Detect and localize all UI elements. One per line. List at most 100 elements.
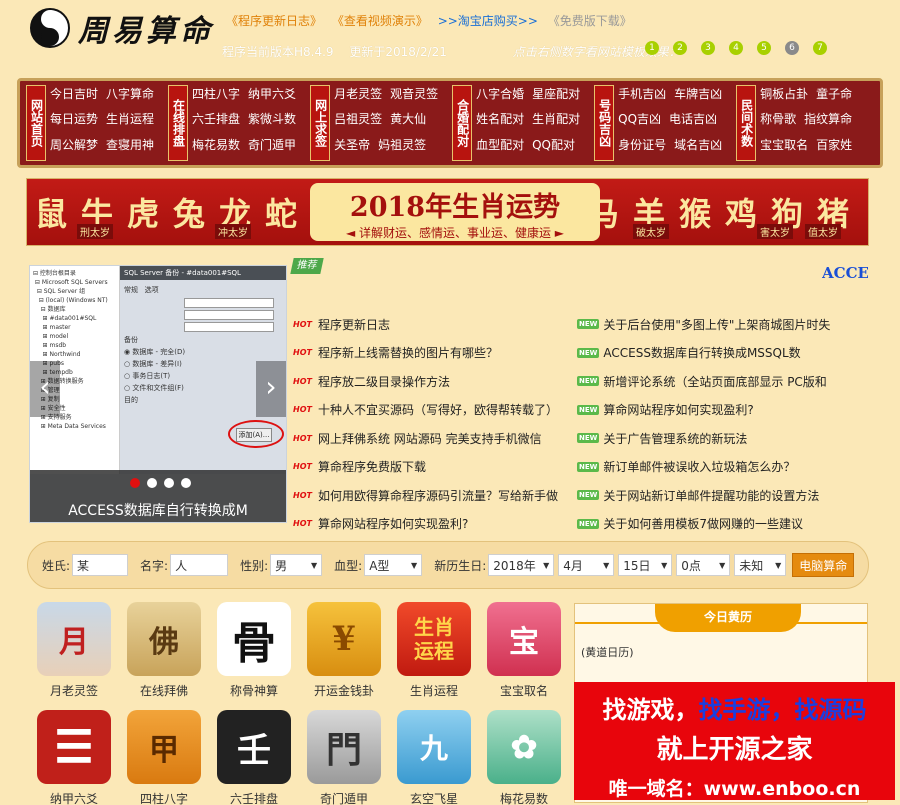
nav-link[interactable]: 奇门遁甲 bbox=[248, 136, 296, 161]
feature-tile[interactable]: 壬六壬排盘 bbox=[214, 710, 294, 805]
slider-caption[interactable]: ACCESS数据库自行转换成M bbox=[30, 500, 286, 520]
nav-link[interactable]: 生肖运程 bbox=[106, 110, 154, 135]
template-dot-5[interactable]: 5 bbox=[757, 41, 771, 55]
nav-link[interactable]: 八字合婚 bbox=[476, 85, 524, 110]
feature-tile[interactable]: ☰ 纳甲六爻 bbox=[34, 710, 114, 805]
news-item[interactable]: HOT 网上拜佛系统 网站源码 完美支持手机微信 bbox=[293, 424, 573, 453]
nav-link[interactable]: 今日吉时 bbox=[50, 85, 98, 110]
template-dot-4[interactable]: 4 bbox=[729, 41, 743, 55]
nav-link[interactable]: 姓名配对 bbox=[476, 110, 524, 135]
news-item[interactable]: HOT 程序放二级目录操作方法 bbox=[293, 367, 573, 396]
slider-next-button[interactable]: › bbox=[256, 361, 286, 417]
nav-link[interactable]: 域名吉凶 bbox=[674, 136, 722, 161]
nav-group-title[interactable]: 民间术数 bbox=[736, 85, 757, 161]
gender-select[interactable]: 男 ▼ bbox=[270, 554, 323, 576]
feature-tile[interactable]: 九玄空飞星 bbox=[394, 710, 474, 805]
feature-tile[interactable]: 佛在线拜佛 bbox=[124, 602, 204, 699]
feature-tile[interactable]: ¥ 开运金钱卦 bbox=[304, 602, 384, 699]
feature-tile[interactable]: 甲四柱八字 bbox=[124, 710, 204, 805]
link-update-log[interactable]: 《程序更新日志》 bbox=[226, 14, 322, 28]
year-select[interactable]: 2018年 ▼ bbox=[488, 554, 555, 576]
news-item[interactable]: NEW 新增评论系统（全站页面底部显示 PC版和 bbox=[577, 367, 867, 396]
template-dot-2[interactable]: 2 bbox=[673, 41, 687, 55]
news-item[interactable]: NEW 新订单邮件被误收入垃圾箱怎么办？ bbox=[577, 453, 867, 482]
nav-link[interactable]: 纳甲六爻 bbox=[248, 85, 296, 110]
month-select[interactable]: 4月 ▼ bbox=[558, 554, 615, 576]
nav-link[interactable]: 血型配对 bbox=[476, 136, 524, 161]
nav-group-title[interactable]: 号码吉凶 bbox=[594, 85, 615, 161]
nav-group-title[interactable]: 网上求签 bbox=[310, 85, 331, 161]
nav-link[interactable]: 黄大仙 bbox=[390, 110, 426, 135]
ad-banner[interactable]: 找游戏，找手游，找源码 就上开源之家 唯一域名：www.enboo.cn bbox=[574, 682, 895, 800]
minute-select[interactable]: 未知 ▼ bbox=[734, 554, 787, 576]
zodiac-banner[interactable]: 鼠 牛 虎 兔 龙 蛇 刑太岁 冲太岁 2018年生肖运势 ◄ 详解财运、感情运… bbox=[26, 178, 869, 246]
nav-link[interactable]: 百家姓 bbox=[816, 136, 852, 161]
slider-dot[interactable] bbox=[181, 478, 191, 488]
nav-link[interactable]: 月老灵签 bbox=[334, 85, 382, 110]
link-taobao-buy[interactable]: >>淘宝店购买>> bbox=[438, 14, 538, 28]
nav-group-title[interactable]: 在线排盘 bbox=[168, 85, 189, 161]
news-item[interactable]: HOT 如何用欧得算命程序源码引流量？写给新手做 bbox=[293, 481, 573, 510]
nav-link[interactable]: 星座配对 bbox=[532, 85, 580, 110]
feature-tile[interactable]: ✿ 梅花易数 bbox=[484, 710, 564, 805]
news-item[interactable]: NEW 关于后台使用"多图上传"上架商城图片时失 bbox=[577, 310, 867, 339]
nav-group-title[interactable]: 网站首页 bbox=[26, 85, 46, 161]
news-item[interactable]: HOT 程序更新日志 bbox=[293, 310, 573, 339]
news-item[interactable]: HOT 算命程序免费版下载 bbox=[293, 453, 573, 482]
nav-link[interactable]: 车牌吉凶 bbox=[674, 85, 722, 110]
image-slider[interactable]: ⊟ 控制台根目录 ⊟ Microsoft SQL Servers ⊟ SQL S… bbox=[29, 265, 287, 523]
nav-link[interactable]: QQ吉凶 bbox=[618, 110, 661, 135]
news-item[interactable]: NEW ACCESS数据库自行转换成MSSQL数 bbox=[577, 339, 867, 368]
nav-link[interactable]: 身份证号 bbox=[618, 136, 666, 161]
news-item[interactable]: NEW 关于网站新订单邮件提醒功能的设置方法 bbox=[577, 481, 867, 510]
nav-link[interactable]: 紫微斗数 bbox=[248, 110, 296, 135]
news-item[interactable]: HOT 算命网站程序如何实现盈利? bbox=[293, 510, 573, 539]
nav-link[interactable]: 宝宝取名 bbox=[760, 136, 808, 161]
nav-link[interactable]: 周公解梦 bbox=[50, 136, 98, 161]
slider-dot[interactable] bbox=[147, 478, 157, 488]
nav-link[interactable]: 电话吉凶 bbox=[669, 110, 717, 135]
feature-tile[interactable]: 骨称骨神算 bbox=[214, 602, 294, 699]
almanac-title[interactable]: 今日黄历 bbox=[655, 604, 801, 632]
feature-tile[interactable]: 月月老灵签 bbox=[34, 602, 114, 699]
nav-group-title[interactable]: 合婚配对 bbox=[452, 85, 473, 161]
feature-tile[interactable]: 生肖运程 生肖运程 bbox=[394, 602, 474, 699]
nav-link[interactable]: 查寝用神 bbox=[106, 136, 154, 161]
nav-link[interactable]: 手机吉凶 bbox=[618, 85, 666, 110]
day-select[interactable]: 15日 ▼ bbox=[618, 554, 673, 576]
nav-link[interactable]: QQ配对 bbox=[532, 136, 575, 161]
template-dot-7[interactable]: 7 bbox=[813, 41, 827, 55]
news-item[interactable]: HOT 十种人不宜买源码（写得好，欧得帮转载了） bbox=[293, 396, 573, 425]
site-logo[interactable]: 周易算命 bbox=[30, 6, 214, 50]
nav-link[interactable]: 指纹算命 bbox=[804, 110, 852, 135]
nav-link[interactable]: 梅花易数 bbox=[192, 136, 240, 161]
news-item[interactable]: HOT 程序新上线需替换的图片有哪些？ bbox=[293, 339, 573, 368]
feature-tile[interactable]: 宝宝宝取名 bbox=[484, 602, 564, 699]
hour-select[interactable]: 0点 ▼ bbox=[676, 554, 731, 576]
news-item[interactable]: NEW 算命网站程序如何实现盈利? bbox=[577, 396, 867, 425]
compute-fortune-button[interactable]: 电脑算命 bbox=[792, 553, 855, 577]
nav-link[interactable]: 八字算命 bbox=[106, 85, 154, 110]
link-free-download[interactable]: 《免费版下载》 bbox=[548, 14, 632, 28]
nav-link[interactable]: 关圣帝 bbox=[334, 136, 370, 161]
slider-dot[interactable] bbox=[164, 478, 174, 488]
slider-dot[interactable] bbox=[130, 478, 140, 488]
news-item[interactable]: NEW 关于广告管理系统的新玩法 bbox=[577, 424, 867, 453]
nav-link[interactable]: 观音灵签 bbox=[390, 85, 438, 110]
nav-link[interactable]: 妈祖灵签 bbox=[378, 136, 426, 161]
template-dot-1[interactable]: 1 bbox=[645, 41, 659, 55]
nav-link[interactable]: 生肖配对 bbox=[532, 110, 580, 135]
template-dot-3[interactable]: 3 bbox=[701, 41, 715, 55]
nav-link[interactable]: 吕祖灵签 bbox=[334, 110, 382, 135]
template-dot-6[interactable]: 6 bbox=[785, 41, 799, 55]
nav-link[interactable]: 四柱八字 bbox=[192, 85, 240, 110]
nav-link[interactable]: 童子命 bbox=[816, 85, 852, 110]
nav-link[interactable]: 称骨歌 bbox=[760, 110, 796, 135]
blood-select[interactable]: A型 ▼ bbox=[364, 554, 423, 576]
feature-tile[interactable]: 門奇门遁甲 bbox=[304, 710, 384, 805]
surname-input[interactable]: 某 bbox=[72, 554, 129, 576]
news-item[interactable]: NEW 关于如何善用模板7做网赚的一些建议 bbox=[577, 510, 867, 539]
nav-link[interactable]: 每日运势 bbox=[50, 110, 98, 135]
nav-link[interactable]: 铜板占卦 bbox=[760, 85, 808, 110]
nav-link[interactable]: 六壬排盘 bbox=[192, 110, 240, 135]
